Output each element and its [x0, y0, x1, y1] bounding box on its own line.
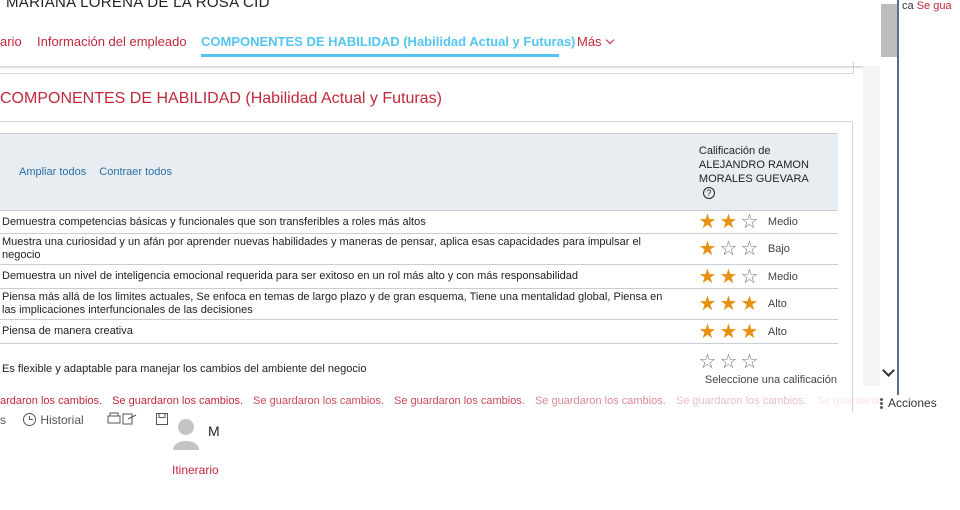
- star-rating[interactable]: ★ ★ ☆: [697, 267, 760, 287]
- saved-message: Se guardaron los cambios.: [394, 395, 525, 407]
- toolbar-fragment: s: [0, 413, 6, 427]
- rating-level-label: Medio: [767, 216, 798, 228]
- skill-description: Piensa más allá de los limites actuales,…: [0, 288, 697, 320]
- star-filled-icon[interactable]: ★: [697, 267, 718, 287]
- table-row: Es flexible y adaptable para manejar los…: [0, 343, 838, 396]
- saved-message: Se guardaron los cambios.: [253, 395, 384, 407]
- saved-message: Se guardaron los cambios.: [112, 395, 244, 407]
- history-label: Historial: [40, 413, 84, 427]
- star-rating[interactable]: ★ ★ ★: [697, 322, 760, 342]
- panel-divider: [897, 0, 899, 395]
- collapse-all-link[interactable]: Contraer todos: [99, 166, 172, 178]
- saved-message: ardaron los cambios.: [0, 395, 103, 407]
- top-right-prefix: ca: [902, 0, 914, 12]
- skill-rating: ★ ★ ☆ Medio: [696, 210, 838, 234]
- save-icon: [156, 413, 169, 425]
- actions-button[interactable]: Acciones: [880, 396, 937, 410]
- section-title: COMPONENTES DE HABILIDAD (Habilidad Actu…: [0, 90, 442, 107]
- history-button[interactable]: Historial: [23, 413, 84, 427]
- more-vertical-icon: [880, 397, 883, 410]
- tab-skill-components[interactable]: COMPONENTES DE HABILIDAD (Habilidad Actu…: [201, 34, 575, 49]
- rater-header: Calificación de ALEJANDRO RAMON MORALES …: [696, 133, 838, 211]
- star-rating[interactable]: ☆ ☆ ☆: [697, 352, 760, 372]
- save-button[interactable]: [156, 413, 169, 427]
- star-rating[interactable]: ★ ★ ☆: [697, 212, 760, 232]
- rating-level-label: Alto: [767, 298, 787, 310]
- skill-description: Muestra una curiosidad y un afán por apr…: [0, 233, 697, 265]
- tab-more[interactable]: Más: [577, 34, 614, 49]
- bottom-toolbar: s Historial: [0, 412, 169, 427]
- star-filled-icon[interactable]: ★: [718, 322, 739, 342]
- table-header-row: Ampliar todos Contraer todos Calificación…: [0, 133, 838, 211]
- tab-more-label: Más: [577, 34, 602, 49]
- saved-message: Se guardaron los cambios.: [816, 395, 880, 407]
- skill-rating: ★ ★ ★ Alto: [696, 288, 838, 320]
- top-right-notification: ca Se gua: [902, 0, 952, 12]
- rating-level-label: Medio: [767, 270, 798, 283]
- skill-description: Demuestra competencias básicas y funcion…: [0, 210, 697, 234]
- rating-level-label: Bajo: [767, 243, 790, 255]
- saved-message: Se guardaron los cambios.: [534, 395, 666, 407]
- rater-header-line1: Calificación de: [698, 145, 771, 157]
- star-empty-icon[interactable]: ☆: [739, 267, 760, 287]
- rating-level-label: Alto: [767, 325, 787, 338]
- star-empty-icon[interactable]: ☆: [697, 352, 718, 372]
- skill-rating: ★ ★ ☆ Medio: [696, 264, 838, 289]
- skill-description: Demuestra un nivel de inteligencia emoci…: [0, 264, 697, 289]
- print-button[interactable]: [107, 412, 140, 427]
- star-empty-icon[interactable]: ☆: [718, 352, 739, 372]
- star-filled-icon[interactable]: ★: [718, 267, 739, 287]
- star-filled-icon[interactable]: ★: [697, 294, 718, 314]
- star-rating[interactable]: ★ ☆ ☆: [697, 239, 760, 259]
- star-filled-icon[interactable]: ★: [739, 322, 760, 342]
- star-filled-icon[interactable]: ★: [718, 294, 739, 314]
- itinerary-link[interactable]: Itinerario: [172, 463, 219, 477]
- table-row: Piensa más allá de los limites actuales,…: [0, 288, 838, 320]
- content-gutter: [863, 66, 880, 386]
- avatar[interactable]: [172, 416, 200, 450]
- saved-message: Se guardaron los cambios.: [675, 395, 807, 407]
- skill-rating: ☆ ☆ ☆ Seleccione una calificación: [696, 343, 838, 396]
- skill-description: Piensa de manera creativa: [0, 319, 697, 344]
- table-row: Muestra una curiosidad y un afán por apr…: [0, 233, 838, 265]
- person-icon: [173, 419, 199, 450]
- scrollbar-thumb[interactable]: [881, 4, 897, 57]
- table-row: Demuestra un nivel de inteligencia emoci…: [0, 264, 838, 289]
- rater-header-line2: ALEJANDRO RAMON: [698, 159, 809, 171]
- chevron-down-icon: [605, 35, 614, 45]
- skill-rating: ★ ☆ ☆ Bajo: [696, 233, 838, 265]
- table-header-actions: Ampliar todos Contraer todos: [0, 133, 697, 211]
- actions-label: Acciones: [888, 396, 937, 410]
- rater-header-line3: MORALES GUEVARA: [698, 173, 809, 185]
- rating-level-label: Seleccione una calificación: [704, 374, 837, 387]
- top-right-saved-message: Se gua: [916, 0, 952, 12]
- saved-notifications: ardaron los cambios. Se guardaron los ca…: [0, 395, 880, 411]
- avatar-name: M: [208, 423, 220, 439]
- star-empty-icon[interactable]: ☆: [739, 212, 760, 232]
- expand-all-link[interactable]: Ampliar todos: [19, 166, 86, 178]
- star-filled-icon[interactable]: ★: [718, 212, 739, 232]
- skill-rating: ★ ★ ★ Alto: [696, 319, 838, 344]
- help-icon[interactable]: ?: [702, 187, 715, 199]
- star-empty-icon[interactable]: ☆: [718, 239, 739, 259]
- employee-name: MARIANA LORENA DE LA ROSA CID: [6, 0, 270, 11]
- skill-description: Es flexible y adaptable para manejar los…: [0, 343, 697, 396]
- tab-itinerario[interactable]: ario: [0, 34, 22, 49]
- tab-employee-info[interactable]: Información del empleado: [37, 34, 187, 49]
- skills-table: Ampliar todos Contraer todos Calificación…: [0, 133, 838, 396]
- star-filled-icon[interactable]: ★: [697, 239, 718, 259]
- star-filled-icon[interactable]: ★: [697, 322, 718, 342]
- previous-section-card: [0, 62, 854, 74]
- star-filled-icon[interactable]: ★: [697, 212, 718, 232]
- active-tab-indicator: [201, 54, 559, 57]
- star-empty-icon[interactable]: ☆: [739, 352, 760, 372]
- table-row: Piensa de manera creativa ★ ★ ★ Alto: [0, 319, 838, 344]
- star-empty-icon[interactable]: ☆: [739, 239, 760, 259]
- star-rating[interactable]: ★ ★ ★: [697, 294, 760, 314]
- clock-icon: [23, 413, 37, 426]
- print-export-icon: [107, 412, 137, 425]
- vertical-scrollbar[interactable]: [880, 0, 897, 395]
- table-row: Demuestra competencias básicas y funcion…: [0, 210, 838, 234]
- star-filled-icon[interactable]: ★: [739, 294, 760, 314]
